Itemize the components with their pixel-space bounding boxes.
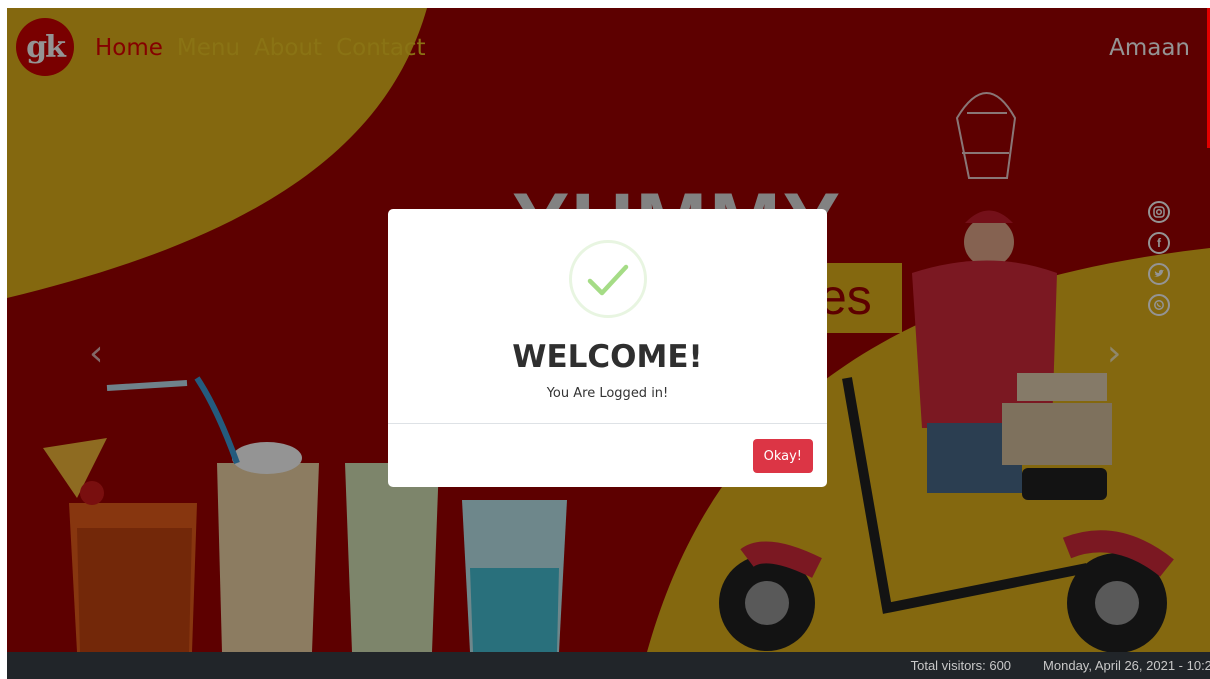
visitor-count: Total visitors: 600 bbox=[910, 658, 1012, 673]
modal-message: You Are Logged in! bbox=[546, 386, 669, 401]
modal-title: WELCOME! bbox=[512, 339, 703, 375]
check-icon bbox=[569, 240, 647, 318]
footer: Total visitors: 600 Monday, April 26, 20… bbox=[7, 652, 1210, 679]
modal-divider bbox=[388, 423, 827, 424]
okay-button[interactable]: Okay! bbox=[752, 439, 813, 473]
welcome-modal: WELCOME! You Are Logged in! Okay! bbox=[388, 209, 827, 487]
current-datetime: Monday, April 26, 2021 - 10:29:1 bbox=[1043, 658, 1210, 673]
